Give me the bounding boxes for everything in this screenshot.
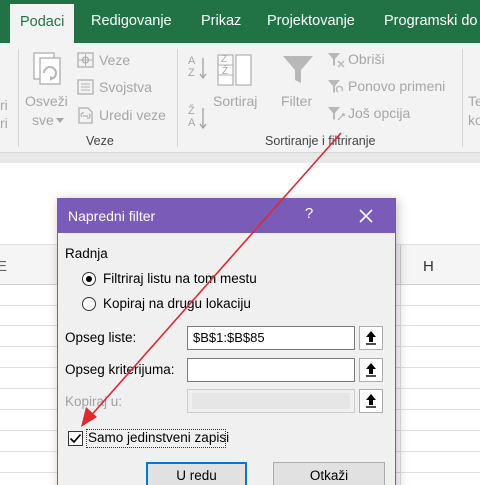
- sort-asc-letter-z: Z: [188, 67, 195, 79]
- sort-desc-letter-a: A: [188, 117, 196, 129]
- dialog-title: Napredni filter: [68, 208, 156, 224]
- radio-filter-in-place[interactable]: [82, 272, 96, 286]
- ribbon-separator: [18, 49, 19, 147]
- copy-to-input-inner: [192, 393, 350, 409]
- list-range-collapse-button[interactable]: [359, 326, 383, 350]
- edit-links-icon: [78, 107, 93, 124]
- action-group-label: Radnja: [65, 246, 108, 261]
- tab-redigovanje[interactable]: Redigovanje: [91, 0, 172, 43]
- unique-records-checkbox[interactable]: [68, 431, 83, 446]
- ribbon-right-fragment-2: ko: [468, 112, 480, 128]
- connections-button[interactable]: Veze: [99, 52, 130, 68]
- connections-icon: [77, 52, 94, 68]
- cancel-button[interactable]: Otkaži: [273, 462, 385, 485]
- ribbon-separator: [177, 49, 178, 147]
- ribbon-bottom-band: [0, 153, 480, 163]
- filter-icon[interactable]: [281, 53, 315, 87]
- list-range-label: Opseg liste:: [65, 330, 137, 345]
- unique-records-label[interactable]: Samo jedinstveni zapisi: [88, 430, 229, 445]
- copy-to-input: [187, 389, 355, 413]
- ribbon-tab-bar: Podaci Redigovanje Prikaz Projektovanje …: [0, 0, 480, 43]
- criteria-range-label: Opseg kriterijuma:: [65, 362, 175, 377]
- connections-group-label: Veze: [86, 134, 114, 148]
- reapply-icon: [328, 80, 344, 93]
- advanced-filter-icon: [328, 107, 345, 121]
- sort-icon-letter-a: Ž: [222, 66, 229, 77]
- sort-icon-letter-z: Z: [221, 54, 228, 65]
- column-separator: [400, 245, 401, 285]
- sort-filter-group-label: Sortiranje i filtriranje: [265, 134, 376, 148]
- list-range-input[interactable]: $B$1:$B$85: [187, 326, 355, 350]
- dialog-title-bar[interactable]: Napredni filter ?: [58, 199, 395, 233]
- refresh-all-icon[interactable]: [28, 49, 68, 89]
- ribbon: ri ri Osveži sve Veze Svojstva Uredi vez…: [0, 43, 480, 153]
- sort-desc-letter-z: Ž: [188, 105, 195, 117]
- edit-links-button[interactable]: Uredi veze: [99, 107, 166, 123]
- ok-button[interactable]: U redu: [146, 462, 247, 485]
- sort-button[interactable]: Sortiraj: [213, 93, 257, 109]
- filter-button[interactable]: Filter: [281, 93, 312, 109]
- tab-projektovanje[interactable]: Projektovanje: [267, 0, 355, 43]
- criteria-range-input[interactable]: [187, 358, 355, 382]
- refresh-all-label-2[interactable]: sve: [32, 112, 54, 128]
- ribbon-right-fragment-1: Te: [468, 93, 480, 109]
- chevron-down-icon: [56, 118, 64, 123]
- criteria-range-collapse-button[interactable]: [359, 358, 383, 382]
- advanced-filter-dialog: Napredni filter ? Radnja Filtriraj listu…: [57, 198, 396, 485]
- sort-asc-letter-a: A: [188, 55, 196, 67]
- collapse-dialog-icon: [366, 394, 376, 408]
- clear-filter-icon: [328, 53, 345, 68]
- advanced-button[interactable]: Još opcija: [348, 105, 410, 121]
- properties-icon: [77, 79, 94, 95]
- refresh-all-label-1[interactable]: Osveži: [25, 93, 68, 109]
- properties-button[interactable]: Svojstva: [99, 79, 152, 95]
- column-header-fragment: E: [0, 258, 8, 275]
- ribbon-left-fragment-2: ri: [0, 115, 8, 131]
- copy-to-label: Kopiraj u:: [65, 394, 123, 409]
- ribbon-left-fragment-1: ri: [0, 97, 8, 113]
- tab-prikaz[interactable]: Prikaz: [201, 0, 241, 43]
- radio-selected-dot: [86, 276, 92, 282]
- help-button[interactable]: ?: [302, 205, 316, 222]
- column-header-h[interactable]: H: [423, 258, 434, 275]
- ribbon-separator: [462, 49, 463, 147]
- clear-button[interactable]: Obriši: [348, 51, 385, 67]
- close-icon[interactable]: [352, 203, 380, 229]
- copy-to-collapse-button[interactable]: [359, 389, 383, 413]
- radio-filter-in-place-label[interactable]: Filtriraj listu na tom mestu: [103, 271, 257, 286]
- tab-programski[interactable]: Programski do: [384, 0, 477, 43]
- grid-line: [400, 285, 401, 485]
- radio-copy-to-location[interactable]: [82, 297, 96, 311]
- reapply-button[interactable]: Ponovo primeni: [348, 78, 445, 94]
- radio-copy-label[interactable]: Kopiraj na drugu lokaciju: [103, 296, 251, 311]
- collapse-dialog-icon: [366, 363, 376, 377]
- collapse-dialog-icon: [366, 331, 376, 345]
- checkmark-icon: [69, 433, 82, 444]
- tab-podaci[interactable]: Podaci: [10, 4, 75, 43]
